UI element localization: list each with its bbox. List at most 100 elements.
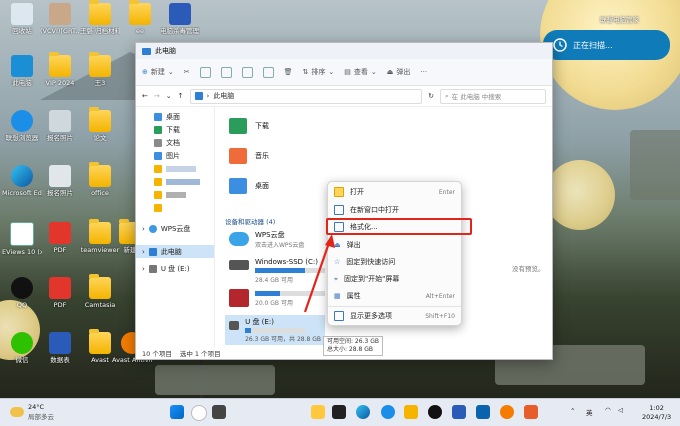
desktop-icon-word[interactable]: 数据表 (40, 332, 80, 364)
browser-icon[interactable] (381, 405, 395, 419)
rename-icon (241, 66, 253, 78)
folder-downloads[interactable]: 下载 (229, 118, 269, 134)
address-bar[interactable]: › 此电脑 (189, 88, 423, 104)
file-explorer-icon[interactable] (332, 405, 346, 419)
desktop-icon-vcvi[interactable]: (VCVI)[GRT... (40, 3, 80, 35)
edge-icon[interactable] (356, 405, 370, 419)
desktop-icon-browser[interactable]: 联想浏览器 (2, 110, 42, 142)
search-input[interactable]: ⌕ 在 此电脑 中搜索 (440, 88, 546, 104)
desktop-icon-pdf-2[interactable]: PDF (40, 277, 80, 309)
delete-button[interactable]: 🗑 (284, 68, 293, 76)
nav-item-blurred-3[interactable] (136, 188, 214, 201)
menu-item-properties[interactable]: ▦ 属性 Alt+Enter (334, 289, 455, 303)
sort-button[interactable]: ⇅ 排序 ⌄ (303, 67, 335, 77)
folder-icon (89, 162, 111, 187)
nav-item-documents[interactable]: 文档 (136, 136, 214, 149)
desktop-icon-folder-1[interactable]: 王磐 归档材料 (80, 0, 120, 35)
title-bar[interactable]: 此电脑 (136, 43, 552, 59)
volume-icon[interactable]: ◁ (618, 406, 623, 414)
menu-item-eject[interactable]: ⏏ 弹出 (334, 238, 455, 252)
device-wps-cloud[interactable]: WPS云盘 双击进入WPS云盘 (229, 230, 304, 249)
pictures-icon (154, 151, 162, 160)
devices-section-header[interactable]: 设备和驱动器 (4) (225, 216, 275, 226)
menu-item-open[interactable]: 打开 Enter (334, 185, 455, 199)
nav-item-pictures[interactable]: 图片 (136, 149, 214, 162)
device-usb-drive-selected[interactable]: U 盘 (E:) 26.3 GB 可用，共 28.8 GB (225, 315, 325, 345)
desktop-icon-docx[interactable]: 电脑杀毒管理 助手.docx (160, 3, 200, 35)
desktop-icon-camtasia[interactable]: Camtasia (80, 274, 120, 309)
task-view-icon[interactable] (212, 405, 226, 419)
chevron-down-icon[interactable]: ⌄ (166, 92, 172, 100)
nav-item-this-pc[interactable]: › 此电脑 (136, 245, 214, 258)
more-button[interactable]: ··· (420, 68, 427, 76)
desktop-icon-pdf-1[interactable]: PDF (40, 222, 80, 254)
wifi-icon[interactable]: ◠ (605, 406, 611, 414)
folder-icon[interactable] (404, 405, 418, 419)
scan-notification[interactable]: 正在扫描... (543, 30, 670, 60)
avast-icon[interactable] (500, 405, 514, 419)
menu-item-pin-quick-access[interactable]: ☆ 固定到快速访问 (334, 255, 455, 269)
nav-item-desktop[interactable]: 桌面 (136, 110, 214, 123)
usb-drive-icon (229, 321, 240, 330)
menu-item-pin-start[interactable]: ⌖ 固定到"开始"屏幕 (334, 272, 455, 286)
usb-drive-icon (148, 264, 157, 273)
eject-button[interactable]: ⏏ 弹出 (387, 67, 411, 77)
start-icon[interactable] (170, 405, 184, 419)
desktop-icon-office[interactable]: office (80, 162, 120, 197)
clock-icon (553, 38, 567, 52)
clock[interactable]: 1:02 2024/7/3 (642, 404, 671, 422)
desktop-icon-ee[interactable]: ee (120, 0, 160, 35)
eject-icon: ⏏ (334, 241, 341, 249)
back-arrow-icon[interactable]: ← (142, 92, 148, 100)
photo-icon (49, 110, 71, 132)
window-title: 此电脑 (155, 47, 176, 55)
input-method-indicator[interactable]: 英 (586, 407, 593, 417)
nav-item-wps-cloud[interactable]: › WPS云盘 (136, 222, 214, 235)
desktop-icon-wechat[interactable]: 微信 (2, 332, 42, 364)
refresh-icon[interactable]: ↻ (428, 92, 434, 100)
share-button[interactable] (262, 66, 274, 78)
desktop-icon-qq[interactable]: QQ (2, 277, 42, 309)
app-icon[interactable] (524, 405, 538, 419)
view-button[interactable]: ▤ 查看 ⌄ (344, 67, 377, 77)
cut-button[interactable]: ✂ (184, 68, 190, 76)
weather-cloud-icon (10, 407, 24, 417)
menu-item-show-more[interactable]: 显示更多选项 Shift+F10 (334, 309, 455, 323)
paste-button[interactable] (220, 66, 232, 78)
desktop-icon-edge[interactable]: Microsoft Edge (2, 165, 42, 197)
folder-music[interactable]: 音乐 (229, 148, 269, 164)
download-folder-icon (229, 118, 247, 134)
folder-desktop[interactable]: 桌面 (229, 178, 269, 194)
command-bar: ⊕ 新建 ⌄ ✂ 🗑 ⇅ 排序 ⌄ ▤ 查看 ⌄ ⏏ 弹出 ··· (136, 59, 552, 86)
copy-button[interactable] (199, 66, 211, 78)
paste-icon (220, 66, 232, 78)
forward-arrow-icon[interactable]: → (154, 92, 160, 100)
desktop-icon-photo-1[interactable]: 报名照片 (40, 110, 80, 142)
nav-item-blurred-1[interactable] (136, 162, 214, 175)
desktop-icon-this-pc[interactable]: 此电脑 (2, 55, 42, 87)
up-arrow-icon[interactable]: ↑ (178, 92, 184, 100)
weather-widget[interactable]: 24°C 局部多云 (10, 403, 54, 421)
tray-chevron-up-icon[interactable]: ⌃ (570, 407, 575, 415)
desktop-icon-eviews[interactable]: EViews 10 (x64) (2, 222, 42, 256)
nav-item-blurred-4[interactable] (136, 201, 214, 214)
desktop-icon-recycle-bin[interactable]: 回收站 (2, 3, 42, 35)
mail-icon[interactable] (476, 405, 490, 419)
rename-button[interactable] (241, 66, 253, 78)
word-icon[interactable] (452, 405, 466, 419)
menu-item-open-new-window[interactable]: 在新窗口中打开 (334, 203, 455, 217)
nav-item-usb-drive[interactable]: › U 盘 (E:) (136, 262, 214, 275)
desktop-icon-folder-2[interactable]: 王3 (80, 52, 120, 87)
device-blurred-drive[interactable]: 20.0 GB 可用 (229, 289, 325, 307)
new-button[interactable]: ⊕ 新建 ⌄ (142, 67, 174, 77)
desktop-icon-thesis[interactable]: 论文 (80, 107, 120, 142)
desktop-icon-vip[interactable]: VIP 2024 (40, 52, 80, 87)
nav-item-blurred-2[interactable] (136, 175, 214, 188)
store-icon[interactable] (311, 405, 325, 419)
qq-icon[interactable] (428, 405, 442, 419)
search-icon[interactable] (191, 405, 207, 421)
nav-item-downloads[interactable]: 下载 (136, 123, 214, 136)
photo-icon (49, 165, 71, 187)
desktop-icon-photo-2[interactable]: 报名照片 (40, 165, 80, 197)
device-c-drive[interactable]: Windows-SSD (C:) 28.4 GB 可用 (229, 258, 325, 284)
